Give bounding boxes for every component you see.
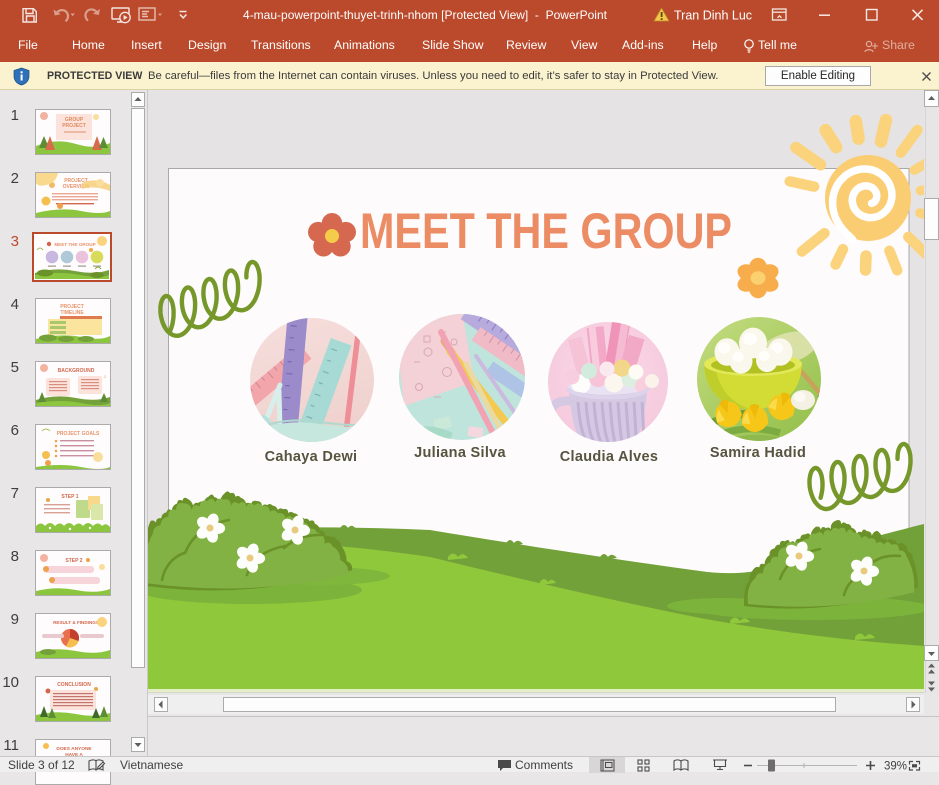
svg-text:MEET THE GROUP: MEET THE GROUP (54, 242, 95, 247)
svg-text:MEET THE GROUP: MEET THE GROUP (360, 203, 732, 259)
svg-text:RESULT & FINDINGS: RESULT & FINDINGS (53, 620, 99, 625)
svg-text:Cahaya Dewi: Cahaya Dewi (265, 449, 358, 465)
svg-text:BACKGROUND: BACKGROUND (58, 368, 95, 374)
svg-text:PROJECT: PROJECT (62, 123, 86, 129)
svg-text:Samira Hadid: Samira Hadid (710, 445, 806, 461)
svg-text:CONCLUSION: CONCLUSION (57, 682, 91, 688)
svg-text:TIMELINE: TIMELINE (60, 310, 84, 316)
svg-text:39%: 39% (884, 761, 907, 773)
svg-text:DOES ANYONE: DOES ANYONE (56, 746, 92, 752)
svg-text:Claudia Alves: Claudia Alves (560, 449, 658, 465)
svg-text:STEP 2: STEP 2 (65, 558, 82, 564)
svg-text:Juliana Silva: Juliana Silva (414, 445, 506, 461)
svg-text:Tran Dinh Luc: Tran Dinh Luc (674, 9, 752, 23)
svg-text:STEP 1: STEP 1 (61, 494, 78, 500)
svg-text:PROJECT GOALS: PROJECT GOALS (57, 431, 100, 437)
